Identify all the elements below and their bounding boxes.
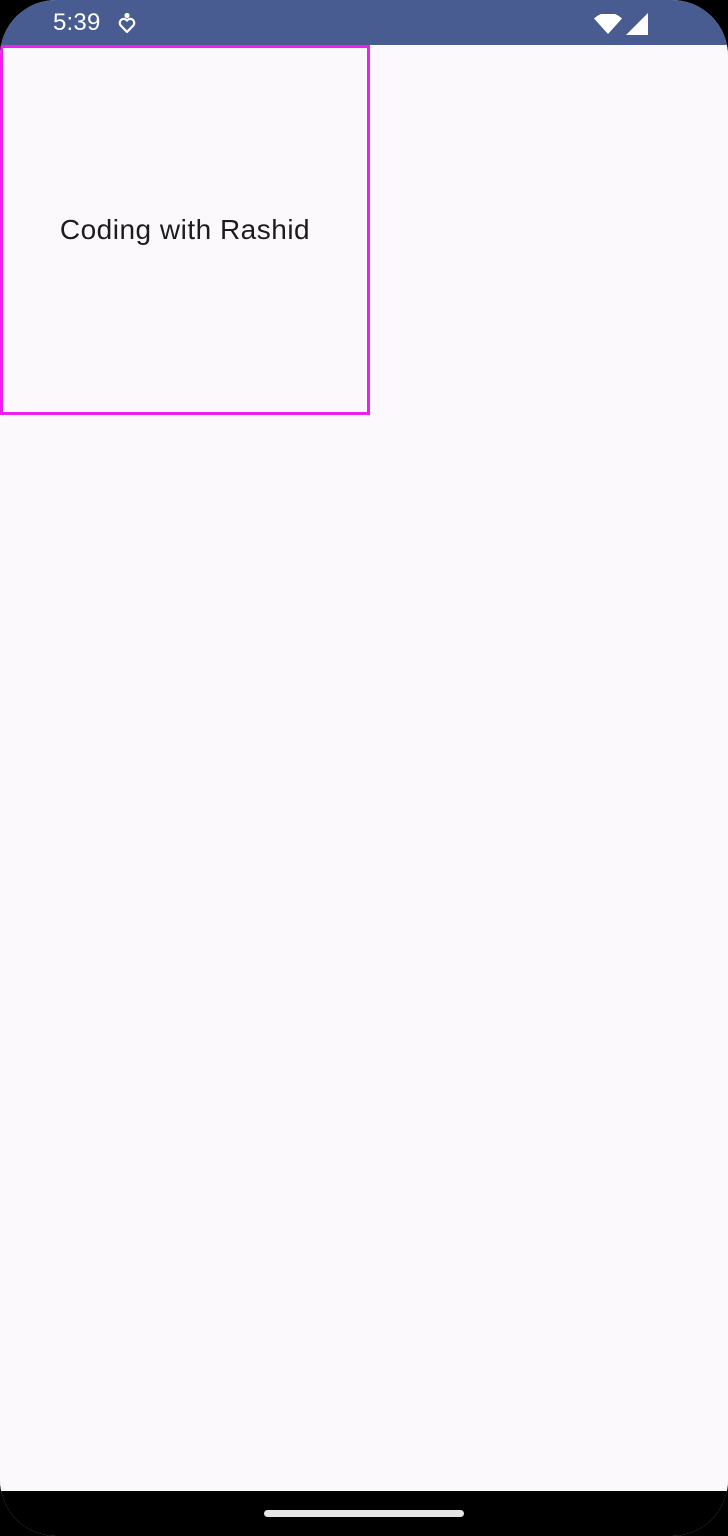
accessibility-heart-icon [118, 12, 136, 34]
wifi-icon [594, 14, 622, 34]
app-content: Coding with Rashid [0, 45, 728, 1491]
status-bar: 5:39 [0, 0, 728, 45]
cell-signal-icon [626, 13, 648, 35]
device-frame: 5:39 Coding with Rashid [0, 0, 728, 1536]
box-label: Coding with Rashid [59, 214, 311, 245]
status-time: 5:39 [53, 9, 101, 36]
bordered-box: Coding with Rashid [0, 45, 370, 415]
home-gesture-handle[interactable] [264, 1510, 464, 1517]
navigation-bar [0, 1491, 728, 1536]
